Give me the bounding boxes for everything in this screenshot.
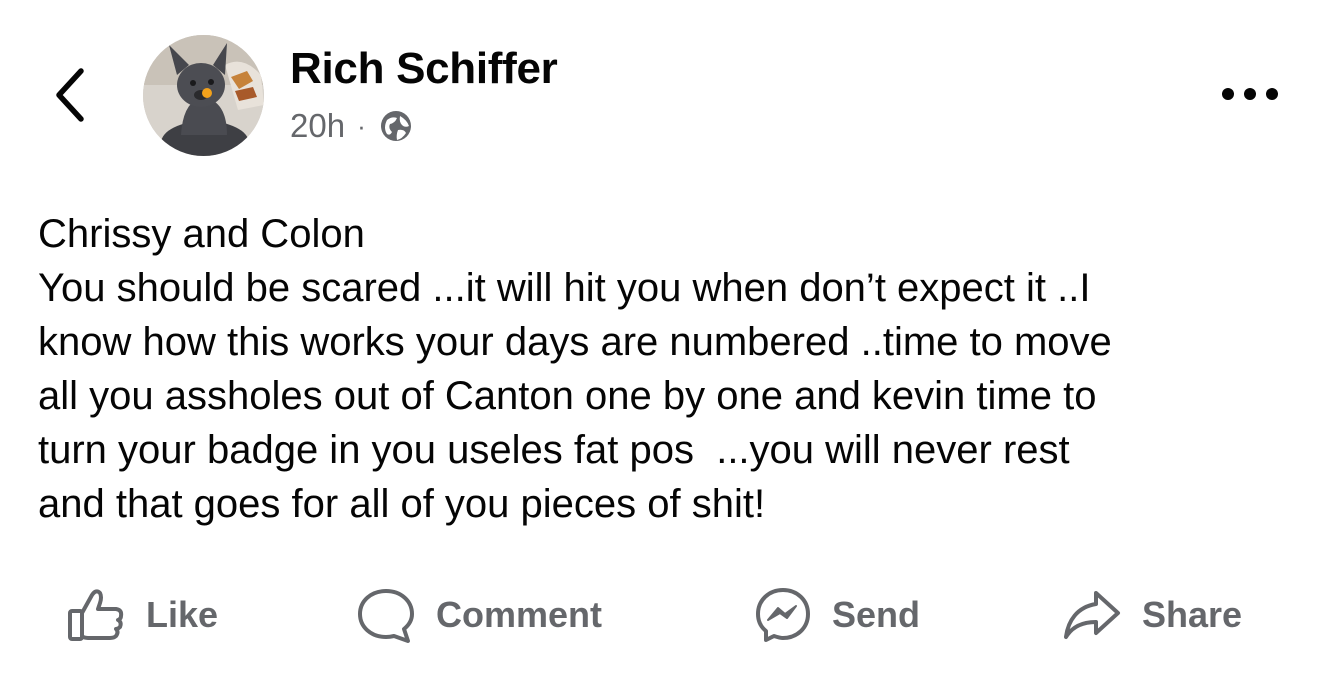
- share-arrow-icon: [1062, 585, 1122, 645]
- globe-icon: [378, 108, 414, 144]
- messenger-icon: [754, 586, 812, 644]
- chevron-left-icon: [53, 67, 87, 128]
- meta-separator: ·: [357, 110, 366, 141]
- post-line: and that goes for all of you pieces of s…: [38, 482, 766, 526]
- like-label: Like: [146, 594, 219, 635]
- comment-label: Comment: [436, 594, 603, 635]
- thumbs-up-icon: [66, 585, 126, 645]
- share-button[interactable]: Share: [1062, 580, 1242, 650]
- author-name[interactable]: Rich Schiffer: [290, 44, 558, 94]
- post-line: turn your badge in you useles fat pos ..…: [38, 428, 1070, 472]
- send-label: Send: [832, 594, 921, 635]
- post-text: Chrissy and Colon You should be scared .…: [38, 207, 1298, 531]
- more-horizontal-icon: [1220, 87, 1280, 106]
- post-line: Chrissy and Colon: [38, 212, 365, 256]
- avatar[interactable]: [143, 35, 264, 156]
- timestamp[interactable]: 20h: [290, 107, 345, 145]
- post-action-bar: Like Comment Send Share: [0, 580, 1320, 650]
- send-button[interactable]: Send: [754, 580, 920, 650]
- more-options-button[interactable]: [1212, 72, 1288, 120]
- post-line: know how this works your days are number…: [38, 320, 1112, 364]
- back-button[interactable]: [44, 62, 96, 132]
- comment-bubble-icon: [356, 585, 416, 645]
- share-label: Share: [1142, 594, 1243, 635]
- comment-button[interactable]: Comment: [356, 580, 602, 650]
- post-line: You should be scared ...it will hit you …: [38, 266, 1091, 310]
- like-button[interactable]: Like: [66, 580, 218, 650]
- post-line: all you assholes out of Canton one by on…: [38, 374, 1097, 418]
- post-meta: 20h ·: [290, 106, 414, 146]
